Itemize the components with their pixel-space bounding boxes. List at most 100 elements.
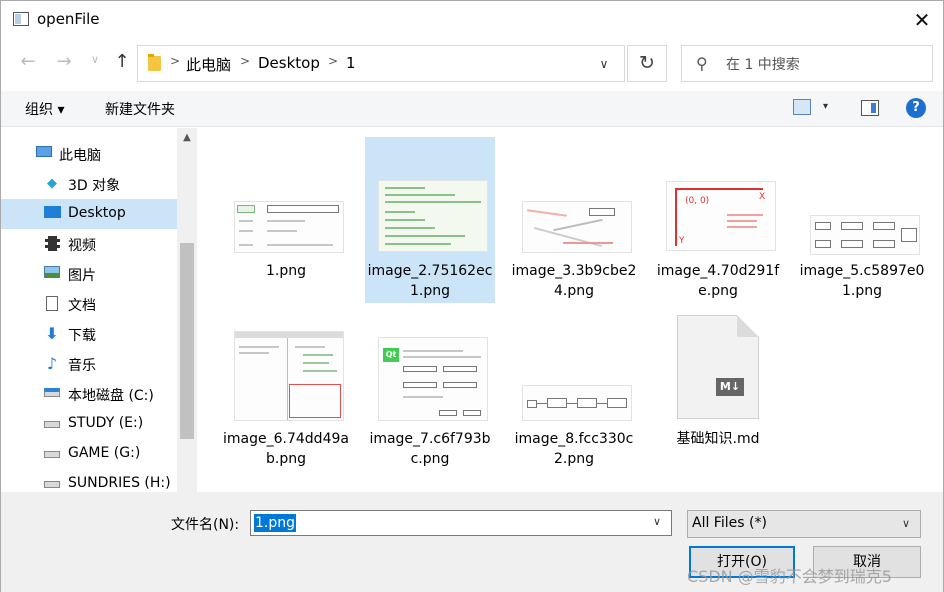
- search-input[interactable]: [726, 55, 926, 75]
- folder-icon: [148, 54, 161, 71]
- markdown-file-icon: M↓: [677, 315, 759, 419]
- chevron-down-icon: ∨: [902, 517, 911, 530]
- download-icon: ⬇: [45, 324, 59, 343]
- breadcrumb-this-pc[interactable]: 此电脑: [186, 54, 231, 75]
- open-file-dialog: openFile ✕ ← → ∨ ↑ > 此电脑 > Desktop > 1 ∨…: [0, 0, 944, 592]
- breadcrumb-separator-icon: >: [328, 54, 339, 68]
- sidebar-item-videos[interactable]: 视频: [1, 229, 177, 259]
- thumbnail-label-x: X: [759, 192, 766, 202]
- sidebar-item-music[interactable]: ♪ 音乐: [1, 349, 177, 379]
- sidebar-item-pictures[interactable]: 图片: [1, 259, 177, 289]
- file-name: image_2.75162ec1.png: [367, 263, 493, 299]
- file-item[interactable]: image_3.3b9cbe24.png: [509, 137, 639, 303]
- navigation-pane: 此电脑 ◆ 3D 对象 Desktop 视频 图片 文档 ⬇ 下载 ♪ 音乐 本…: [1, 128, 197, 492]
- drive-icon: [43, 416, 61, 432]
- drive-icon: [43, 446, 61, 462]
- sidebar-item-3d-objects[interactable]: ◆ 3D 对象: [1, 169, 177, 199]
- image-thumbnail: [378, 180, 488, 252]
- sidebar-item-downloads[interactable]: ⬇ 下载: [1, 319, 177, 349]
- sidebar-item-local-disk-c[interactable]: 本地磁盘 (C:): [1, 379, 177, 409]
- file-list: 1.png image_2.75162ec1.png image_3.3b9cb…: [199, 128, 943, 492]
- forward-arrow-icon[interactable]: →: [51, 51, 77, 77]
- file-name: image_6.74dd49ab.png: [223, 431, 349, 467]
- file-item[interactable]: image_8.fcc330c2.png: [509, 305, 639, 471]
- scroll-up-arrow-icon[interactable]: ▲: [180, 132, 194, 146]
- window-app-icon: [13, 12, 29, 26]
- view-options-chevron-icon[interactable]: ▾: [823, 101, 828, 112]
- preview-pane-icon[interactable]: [861, 100, 879, 116]
- desktop-icon: [43, 206, 61, 222]
- address-history-chevron-icon[interactable]: ∨: [592, 54, 616, 74]
- sidebar-item-desktop[interactable]: Desktop: [1, 199, 177, 229]
- thumbnail-label-origin: (0, 0): [685, 196, 710, 206]
- image-thumbnail: (0, 0) X Y: [666, 181, 776, 251]
- film-icon: [43, 236, 61, 252]
- csdn-watermark: CSDN @雪豹不会梦到瑞克5: [687, 567, 892, 586]
- image-thumbnail: [522, 385, 632, 421]
- dialog-footer: 文件名(N): 1.png ∨ All Files (*) ∨ 打开(O) 取消…: [1, 492, 943, 592]
- drive-icon: [43, 476, 61, 492]
- refresh-button[interactable]: ↻: [627, 45, 667, 82]
- search-icon: ⚲: [696, 54, 708, 73]
- filename-history-chevron-icon[interactable]: ∨: [653, 515, 661, 528]
- file-name: image_4.70d291fe.png: [656, 263, 780, 299]
- file-item[interactable]: image_6.74dd49ab.png: [221, 305, 351, 471]
- sidebar-item-documents[interactable]: 文档: [1, 289, 177, 319]
- image-thumbnail: Qt: [378, 337, 488, 421]
- window-title: openFile: [37, 10, 100, 28]
- picture-icon: [43, 266, 61, 282]
- file-name: image_5.c5897e01.png: [799, 263, 925, 299]
- filename-value[interactable]: 1.png: [254, 514, 297, 532]
- filename-input[interactable]: 1.png ∨: [250, 510, 672, 536]
- file-item[interactable]: image_5.c5897e01.png: [797, 137, 927, 303]
- sidebar-item-label: 本地磁盘 (C:): [68, 388, 154, 404]
- scrollbar-thumb[interactable]: [180, 243, 194, 439]
- close-button[interactable]: ✕: [905, 5, 939, 35]
- sidebar-item-label: 图片: [68, 268, 96, 284]
- new-folder-button[interactable]: 新建文件夹: [105, 99, 175, 119]
- back-arrow-icon[interactable]: ←: [15, 51, 41, 77]
- breadcrumb-folder-1[interactable]: 1: [346, 54, 356, 72]
- sidebar-item-label: SUNDRIES (H:): [68, 475, 171, 491]
- sidebar-item-label: 下载: [68, 328, 96, 344]
- file-type-filter-value: All Files (*): [692, 515, 767, 531]
- change-view-icon[interactable]: [793, 99, 811, 115]
- sidebar-item-sundries-h[interactable]: SUNDRIES (H:): [1, 469, 177, 492]
- file-type-filter-select[interactable]: All Files (*) ∨: [687, 510, 921, 538]
- document-icon: [43, 296, 61, 312]
- organize-menu-button[interactable]: 组织 ▾: [25, 99, 64, 119]
- title-bar: openFile ✕: [1, 1, 943, 39]
- sidebar-item-label: GAME (G:): [68, 445, 141, 461]
- windows-drive-icon: [43, 386, 61, 402]
- sidebar-item-game-g[interactable]: GAME (G:): [1, 439, 177, 469]
- image-thumbnail: [810, 215, 920, 255]
- image-thumbnail: [234, 201, 344, 253]
- sidebar-item-study-e[interactable]: STUDY (E:): [1, 409, 177, 439]
- breadcrumb-separator-icon: >: [240, 54, 251, 68]
- computer-icon: [35, 146, 53, 162]
- file-item[interactable]: M↓ 基础知识.md: [653, 305, 783, 471]
- breadcrumb-desktop[interactable]: Desktop: [258, 54, 320, 72]
- sidebar-item-label: 3D 对象: [68, 178, 121, 194]
- sidebar-item-label: STUDY (E:): [68, 415, 144, 431]
- file-item[interactable]: Qt image_7.c6f793bc.png: [365, 305, 495, 471]
- file-item[interactable]: (0, 0) X Y image_4.70d291fe.png: [653, 137, 783, 303]
- cube-icon: ◆: [47, 176, 57, 191]
- file-item[interactable]: 1.png: [221, 137, 351, 303]
- recent-locations-chevron-icon[interactable]: ∨: [87, 53, 103, 75]
- music-icon: ♪: [46, 354, 58, 373]
- thumbnail-label-y: Y: [679, 236, 685, 246]
- sidebar-item-label: Desktop: [68, 205, 126, 221]
- search-box[interactable]: ⚲: [681, 45, 933, 82]
- address-bar[interactable]: > 此电脑 > Desktop > 1 ∨: [137, 45, 625, 82]
- help-icon[interactable]: ?: [906, 98, 926, 118]
- file-item[interactable]: image_2.75162ec1.png: [365, 137, 495, 303]
- sidebar-item-label: 此电脑: [59, 148, 101, 164]
- sidebar-item-this-pc[interactable]: 此电脑: [1, 139, 177, 169]
- markdown-badge: M↓: [716, 378, 744, 396]
- filename-label: 文件名(N):: [171, 517, 240, 533]
- up-arrow-icon[interactable]: ↑: [109, 51, 135, 77]
- navigation-scrollbar[interactable]: ▲: [177, 128, 197, 492]
- sidebar-item-label: 视频: [68, 238, 96, 254]
- file-name: image_8.fcc330c2.png: [514, 431, 634, 467]
